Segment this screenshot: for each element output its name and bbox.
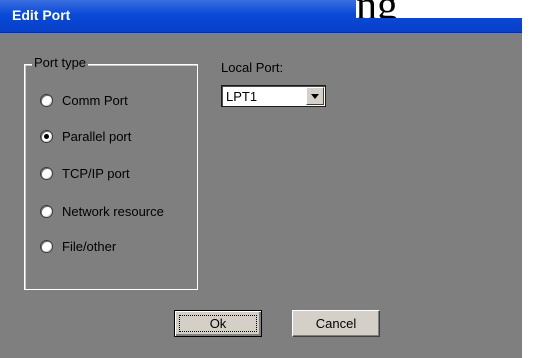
focus-rectangle — [179, 315, 257, 332]
cancel-button[interactable]: Cancel — [292, 310, 380, 337]
radio-button[interactable] — [40, 239, 53, 253]
radio-button[interactable] — [40, 93, 53, 107]
radio-comm-port[interactable]: Comm Port — [40, 90, 128, 110]
radio-label: File/other — [62, 238, 117, 254]
radio-file-other[interactable]: File/other — [40, 236, 116, 256]
radio-label: TCP/IP port — [62, 165, 130, 181]
local-port-value: LPT1 — [226, 89, 258, 104]
ok-button[interactable]: Ok — [174, 310, 262, 337]
chevron-down-icon — [311, 94, 319, 99]
edit-port-window: Edit Port ng Port type Comm Port Paralle… — [0, 0, 534, 358]
cancel-button-label: Cancel — [315, 316, 357, 331]
radio-network-resource[interactable]: Network resource — [40, 201, 164, 221]
radio-button[interactable] — [40, 204, 53, 218]
radio-button[interactable] — [40, 129, 53, 143]
port-type-group-label: Port type — [32, 55, 89, 70]
radio-parallel-port[interactable]: Parallel port — [40, 126, 131, 146]
radio-label: Comm Port — [62, 92, 128, 108]
background-text-fragment: ng — [356, 0, 534, 18]
background-edge — [522, 0, 534, 358]
local-port-combobox[interactable]: LPT1 — [221, 85, 326, 107]
local-port-label: Local Port: — [221, 60, 284, 75]
dialog-body: Port type Comm Port Parallel port TCP/IP… — [0, 33, 534, 358]
radio-label: Network resource — [62, 203, 164, 219]
radio-tcpip-port[interactable]: TCP/IP port — [40, 163, 130, 183]
radio-button[interactable] — [40, 166, 53, 180]
background-text: ng — [356, 0, 398, 18]
window-title: Edit Port — [12, 7, 71, 23]
dropdown-button[interactable] — [306, 87, 324, 105]
radio-label: Parallel port — [62, 128, 132, 144]
